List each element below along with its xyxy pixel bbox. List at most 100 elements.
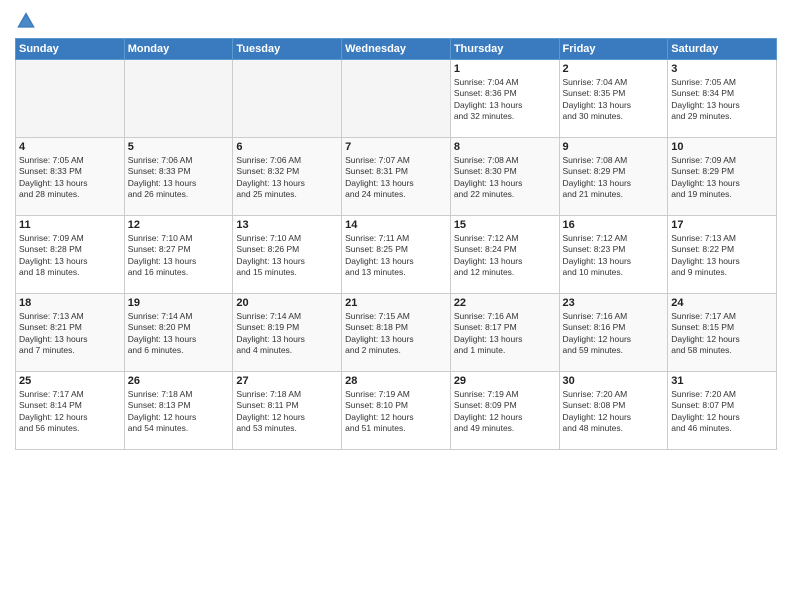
- day-cell: 17 Sunrise: 7:13 AM Sunset: 8:22 PM Dayli…: [668, 216, 777, 294]
- day-cell: 26Sunrise: 7:18 AM Sunset: 8:13 PM Dayli…: [124, 372, 233, 450]
- day-cell: 11 Sunrise: 7:09 AM Sunset: 8:28 PM Dayli…: [16, 216, 125, 294]
- day-cell: 4 Sunrise: 7:05 AM Sunset: 8:33 PM Daylig…: [16, 138, 125, 216]
- day-number: 9: [563, 141, 665, 153]
- day-number: 17: [671, 219, 773, 231]
- day-info: Sunrise: 7:05 AM Sunset: 8:33 PM Dayligh…: [19, 155, 121, 201]
- day-number: 22: [454, 297, 556, 309]
- day-info: Sunrise: 7:10 AM Sunset: 8:27 PM Dayligh…: [128, 233, 230, 279]
- day-number: 11: [19, 219, 121, 231]
- day-number: 8: [454, 141, 556, 153]
- day-number: 2: [563, 63, 665, 75]
- day-cell: 9 Sunrise: 7:08 AM Sunset: 8:29 PM Daylig…: [559, 138, 668, 216]
- day-cell: 27 Sunrise: 7:18 AM Sunset: 8:11 PM Dayli…: [233, 372, 342, 450]
- day-cell: 10 Sunrise: 7:09 AM Sunset: 8:29 PM Dayli…: [668, 138, 777, 216]
- day-info: Sunrise: 7:14 AM Sunset: 8:20 PM Dayligh…: [128, 311, 230, 357]
- day-cell: 1 Sunrise: 7:04 AM Sunset: 8:36 PM Daylig…: [450, 60, 559, 138]
- day-info: Sunrise: 7:04 AM Sunset: 8:36 PM Dayligh…: [454, 77, 556, 123]
- weekday-header-thursday: Thursday: [450, 39, 559, 60]
- day-cell: 25 Sunrise: 7:17 AM Sunset: 8:14 PM Dayli…: [16, 372, 125, 450]
- day-cell: 14 Sunrise: 7:11 AM Sunset: 8:25 PM Dayli…: [342, 216, 451, 294]
- day-number: 25: [19, 375, 121, 387]
- day-cell: 7 Sunrise: 7:07 AM Sunset: 8:31 PM Daylig…: [342, 138, 451, 216]
- day-cell: 21Sunrise: 7:15 AM Sunset: 8:18 PM Dayli…: [342, 294, 451, 372]
- day-number: 14: [345, 219, 447, 231]
- page-container: SundayMondayTuesdayWednesdayThursdayFrid…: [0, 0, 792, 458]
- day-number: 18: [19, 297, 121, 309]
- weekday-header-monday: Monday: [124, 39, 233, 60]
- day-cell: 12Sunrise: 7:10 AM Sunset: 8:27 PM Dayli…: [124, 216, 233, 294]
- day-info: Sunrise: 7:05 AM Sunset: 8:34 PM Dayligh…: [671, 77, 773, 123]
- weekday-header-tuesday: Tuesday: [233, 39, 342, 60]
- day-info: Sunrise: 7:09 AM Sunset: 8:28 PM Dayligh…: [19, 233, 121, 279]
- day-cell: 13 Sunrise: 7:10 AM Sunset: 8:26 PM Dayli…: [233, 216, 342, 294]
- day-cell: 16Sunrise: 7:12 AM Sunset: 8:23 PM Dayli…: [559, 216, 668, 294]
- day-number: 19: [128, 297, 230, 309]
- day-info: Sunrise: 7:06 AM Sunset: 8:32 PM Dayligh…: [236, 155, 338, 201]
- week-row-3: 11 Sunrise: 7:09 AM Sunset: 8:28 PM Dayli…: [16, 216, 777, 294]
- day-cell: 2 Sunrise: 7:04 AM Sunset: 8:35 PM Daylig…: [559, 60, 668, 138]
- day-info: Sunrise: 7:19 AM Sunset: 8:10 PM Dayligh…: [345, 389, 447, 435]
- day-number: 10: [671, 141, 773, 153]
- day-info: Sunrise: 7:20 AM Sunset: 8:08 PM Dayligh…: [563, 389, 665, 435]
- weekday-header-friday: Friday: [559, 39, 668, 60]
- day-info: Sunrise: 7:06 AM Sunset: 8:33 PM Dayligh…: [128, 155, 230, 201]
- day-info: Sunrise: 7:08 AM Sunset: 8:30 PM Dayligh…: [454, 155, 556, 201]
- day-cell: 6 Sunrise: 7:06 AM Sunset: 8:32 PM Daylig…: [233, 138, 342, 216]
- day-cell: [342, 60, 451, 138]
- calendar-table: SundayMondayTuesdayWednesdayThursdayFrid…: [15, 38, 777, 450]
- day-number: 4: [19, 141, 121, 153]
- day-number: 5: [128, 141, 230, 153]
- day-number: 28: [345, 375, 447, 387]
- day-number: 24: [671, 297, 773, 309]
- day-number: 21: [345, 297, 447, 309]
- day-number: 20: [236, 297, 338, 309]
- day-info: Sunrise: 7:04 AM Sunset: 8:35 PM Dayligh…: [563, 77, 665, 123]
- day-number: 3: [671, 63, 773, 75]
- day-number: 7: [345, 141, 447, 153]
- day-info: Sunrise: 7:19 AM Sunset: 8:09 PM Dayligh…: [454, 389, 556, 435]
- day-cell: 30Sunrise: 7:20 AM Sunset: 8:08 PM Dayli…: [559, 372, 668, 450]
- weekday-header-sunday: Sunday: [16, 39, 125, 60]
- day-cell: 24 Sunrise: 7:17 AM Sunset: 8:15 PM Dayli…: [668, 294, 777, 372]
- day-info: Sunrise: 7:13 AM Sunset: 8:21 PM Dayligh…: [19, 311, 121, 357]
- day-number: 26: [128, 375, 230, 387]
- day-info: Sunrise: 7:12 AM Sunset: 8:24 PM Dayligh…: [454, 233, 556, 279]
- day-info: Sunrise: 7:10 AM Sunset: 8:26 PM Dayligh…: [236, 233, 338, 279]
- day-cell: 28 Sunrise: 7:19 AM Sunset: 8:10 PM Dayli…: [342, 372, 451, 450]
- day-number: 23: [563, 297, 665, 309]
- weekday-header-row: SundayMondayTuesdayWednesdayThursdayFrid…: [16, 39, 777, 60]
- day-info: Sunrise: 7:14 AM Sunset: 8:19 PM Dayligh…: [236, 311, 338, 357]
- day-info: Sunrise: 7:07 AM Sunset: 8:31 PM Dayligh…: [345, 155, 447, 201]
- day-cell: 5 Sunrise: 7:06 AM Sunset: 8:33 PM Daylig…: [124, 138, 233, 216]
- day-info: Sunrise: 7:17 AM Sunset: 8:14 PM Dayligh…: [19, 389, 121, 435]
- day-cell: [124, 60, 233, 138]
- week-row-4: 18 Sunrise: 7:13 AM Sunset: 8:21 PM Dayli…: [16, 294, 777, 372]
- day-info: Sunrise: 7:09 AM Sunset: 8:29 PM Dayligh…: [671, 155, 773, 201]
- day-number: 6: [236, 141, 338, 153]
- day-cell: 31Sunrise: 7:20 AM Sunset: 8:07 PM Dayli…: [668, 372, 777, 450]
- day-number: 1: [454, 63, 556, 75]
- day-info: Sunrise: 7:13 AM Sunset: 8:22 PM Dayligh…: [671, 233, 773, 279]
- day-cell: 23 Sunrise: 7:16 AM Sunset: 8:16 PM Dayli…: [559, 294, 668, 372]
- day-info: Sunrise: 7:11 AM Sunset: 8:25 PM Dayligh…: [345, 233, 447, 279]
- day-info: Sunrise: 7:08 AM Sunset: 8:29 PM Dayligh…: [563, 155, 665, 201]
- day-cell: 3 Sunrise: 7:05 AM Sunset: 8:34 PM Daylig…: [668, 60, 777, 138]
- day-cell: 22Sunrise: 7:16 AM Sunset: 8:17 PM Dayli…: [450, 294, 559, 372]
- week-row-2: 4 Sunrise: 7:05 AM Sunset: 8:33 PM Daylig…: [16, 138, 777, 216]
- day-cell: 18 Sunrise: 7:13 AM Sunset: 8:21 PM Dayli…: [16, 294, 125, 372]
- day-info: Sunrise: 7:20 AM Sunset: 8:07 PM Dayligh…: [671, 389, 773, 435]
- day-number: 27: [236, 375, 338, 387]
- day-number: 16: [563, 219, 665, 231]
- day-cell: [233, 60, 342, 138]
- day-cell: 15 Sunrise: 7:12 AM Sunset: 8:24 PM Dayli…: [450, 216, 559, 294]
- day-cell: 29Sunrise: 7:19 AM Sunset: 8:09 PM Dayli…: [450, 372, 559, 450]
- day-cell: 8 Sunrise: 7:08 AM Sunset: 8:30 PM Daylig…: [450, 138, 559, 216]
- header-area: [15, 10, 777, 32]
- day-cell: [16, 60, 125, 138]
- day-info: Sunrise: 7:18 AM Sunset: 8:11 PM Dayligh…: [236, 389, 338, 435]
- day-info: Sunrise: 7:16 AM Sunset: 8:16 PM Dayligh…: [563, 311, 665, 357]
- day-info: Sunrise: 7:17 AM Sunset: 8:15 PM Dayligh…: [671, 311, 773, 357]
- day-number: 13: [236, 219, 338, 231]
- day-number: 15: [454, 219, 556, 231]
- logo-icon: [15, 10, 37, 32]
